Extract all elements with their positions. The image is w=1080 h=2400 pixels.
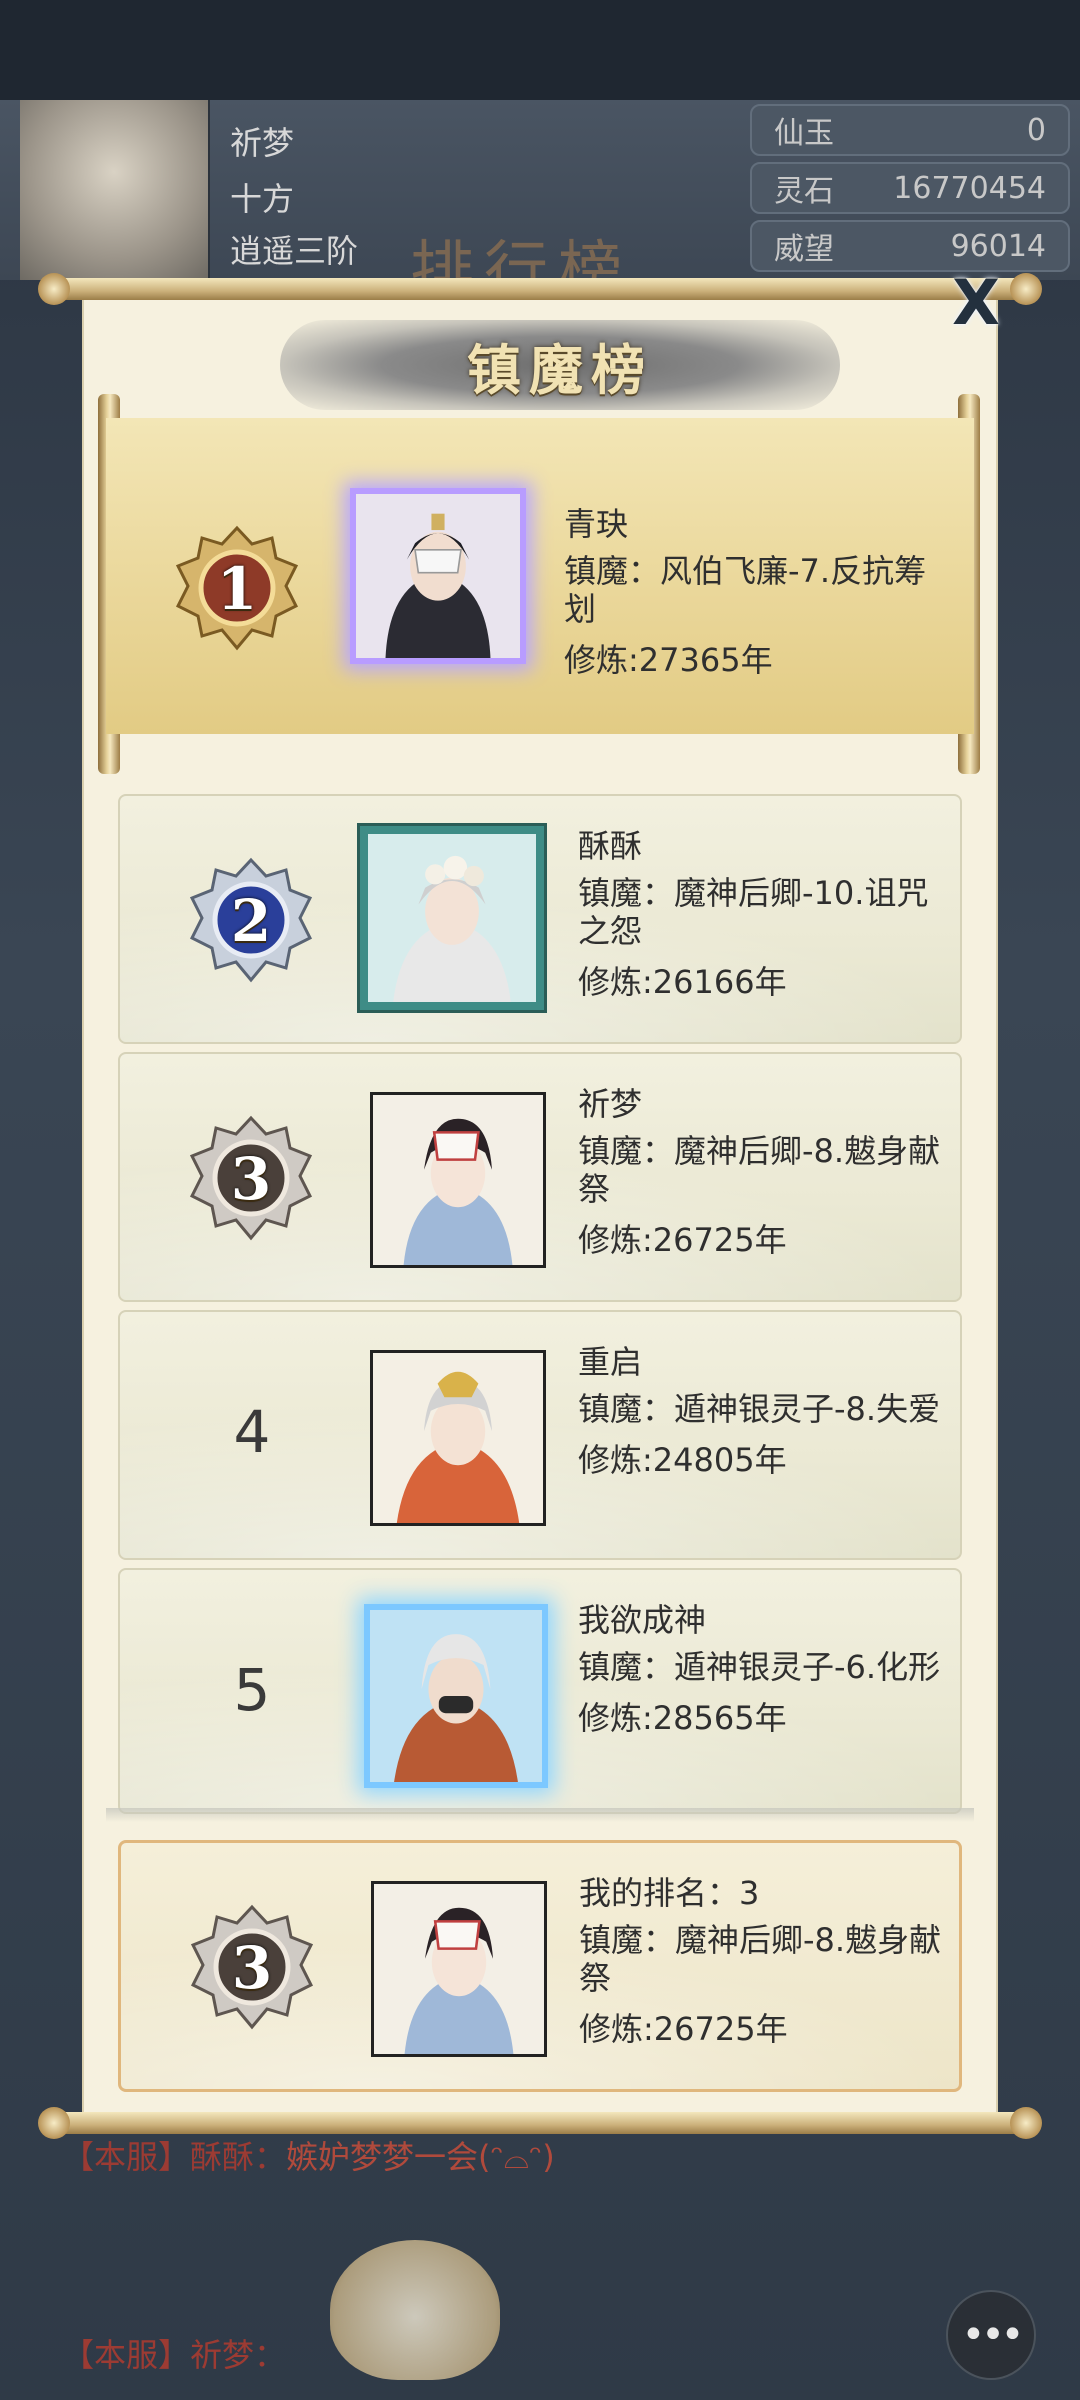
cultivation-years: 修炼:27365年 [564,641,773,679]
resource-value: 96014 [950,228,1046,264]
player-portrait[interactable] [371,1881,547,2057]
rank-medal-icon: 3 [187,1903,317,2033]
entry-info: 我的排名：3 镇魔：魔神后卿-8.魃身献祭 修炼:26725年 [579,1871,959,2051]
chat-message[interactable]: 【本服】酥酥：嫉妒梦梦一会(ᵔ⌓ᵔ) [62,2132,555,2178]
top-bar [0,0,1080,100]
chat-message[interactable]: 【本服】祈梦： [62,2330,286,2376]
player-portrait[interactable] [350,488,526,664]
cultivation-years: 修炼:26725年 [579,2010,788,2048]
player-name: 祈梦 [578,1085,643,1123]
rank-row[interactable]: 4 重启 镇魔：遁神银灵子-8.失爱 修炼:24805年 [118,1310,962,1560]
rank-row[interactable]: 1 青玦 镇魔：风伯飞廉-7.反抗筹划 修炼:27365年 [106,418,974,734]
resource-label: 灵石 [774,174,834,209]
player-portrait[interactable] [370,1092,546,1268]
chat-channel: 【本服】 [62,2138,191,2176]
boss-progress: 镇魔：魔神后卿-8.魃身献祭 [578,1132,941,1208]
boss-progress: 镇魔：遁神银灵子-8.失爱 [578,1390,941,1428]
list-divider [106,1808,974,1822]
rank-row[interactable]: 2 酥酥 镇魔：魔神后卿-10.诅咒之怨 修炼:26166年 [118,794,962,1044]
player-name: 我欲成神 [578,1601,707,1639]
modal-top-rod [38,273,1042,305]
boss-progress: 镇魔：魔神后卿-10.诅咒之怨 [578,874,929,950]
player-level: 逍遥三阶 [230,232,359,270]
entry-info: 重启 镇魔：遁神银灵子-8.失爱 修炼:24805年 [578,1340,958,1482]
rank-number: 5 [233,1656,271,1724]
close-button[interactable]: X [944,266,1008,339]
rank-medal-icon: 2 [186,856,316,986]
player-name: 青玦 [564,505,629,543]
cultivation-years: 修炼:28565年 [578,1699,787,1737]
cat-mascot-icon [330,2240,500,2380]
my-rank-row[interactable]: 3 我的排名：3 镇魔：魔神后卿-8.魃身献祭 修炼:26725年 [118,1840,962,2092]
chat-sender: 祈梦： [190,2336,287,2374]
chat-sender: 酥酥： [190,2138,287,2176]
entry-info: 祈梦 镇魔：魔神后卿-8.魃身献祭 修炼:26725年 [578,1082,958,1262]
boss-progress: 镇魔：风伯飞廉-7.反抗筹划 [564,552,927,628]
boss-progress: 镇魔：魔神后卿-8.魃身献祭 [579,1921,942,1997]
resource-label: 威望 [774,232,834,267]
more-dots-icon: ••• [961,2312,1025,2358]
player-name: 酥酥 [578,827,643,865]
resource-xianyu: 仙玉 0 [750,104,1070,156]
entry-info: 酥酥 镇魔：魔神后卿-10.诅咒之怨 修炼:26166年 [578,824,958,1004]
modal-title: 镇魔榜 [467,337,653,402]
chat-text: 嫉妒梦梦一会(ᵔ⌓ᵔ) [286,2138,555,2176]
my-rank-label: 我的排名：3 [579,1874,760,1912]
player-avatar[interactable] [20,100,210,280]
rank-number: 4 [233,1398,271,1466]
chat-channel: 【本服】 [62,2336,191,2374]
rank-number: 2 [230,887,272,955]
resource-label: 仙玉 [774,116,834,151]
rank-row[interactable]: 3 祈梦 镇魔：魔神后卿-8.魃身献祭 修炼:26725年 [118,1052,962,1302]
player-portrait[interactable] [360,826,544,1010]
cultivation-years: 修炼:26725年 [578,1221,787,1259]
rank-medal-icon: 3 [186,1114,316,1244]
resource-lingshi: 灵石 16770454 [750,162,1070,214]
entry-info: 青玦 镇魔：风伯飞廉-7.反抗筹划 修炼:27365年 [564,502,944,682]
cultivation-years: 修炼:26166年 [578,963,787,1001]
boss-progress: 镇魔：遁神银灵子-6.化形 [578,1648,941,1686]
resource-value: 0 [1026,112,1046,148]
rank-row[interactable]: 5 我欲成神 镇魔：遁神银灵子-6.化形 修炼:28565年 [118,1568,962,1814]
player-name: 祈梦 [230,124,295,162]
chat-button[interactable]: ••• [946,2290,1036,2380]
player-portrait[interactable] [370,1350,546,1526]
resource-value: 16770454 [893,170,1046,206]
cultivation-years: 修炼:24805年 [578,1441,787,1479]
player-name: 重启 [578,1343,643,1381]
modal-bottom-rod [38,2107,1042,2139]
rank-number: 3 [231,1934,273,2002]
player-portrait[interactable] [364,1604,548,1788]
player-realm: 十方 [230,180,295,218]
rank-medal-icon: 1 [172,524,302,654]
resource-weiwang: 威望 96014 [750,220,1070,272]
rank-number: 3 [230,1145,272,1213]
rank-number: 1 [216,555,258,623]
entry-info: 我欲成神 镇魔：遁神银灵子-6.化形 修炼:28565年 [578,1598,958,1740]
